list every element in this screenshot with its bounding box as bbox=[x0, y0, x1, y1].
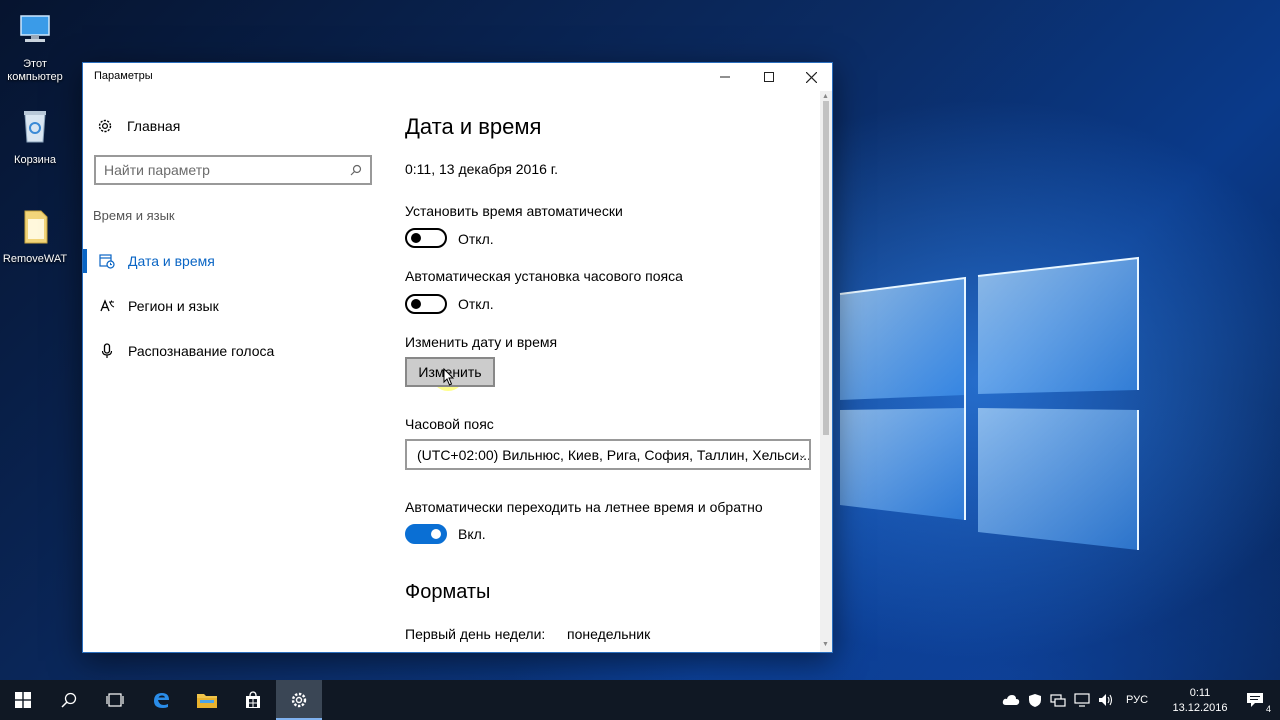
taskbar: РУС 0:11 13.12.2016 4 bbox=[0, 680, 1280, 720]
maximize-button[interactable] bbox=[747, 63, 791, 91]
windows-logo-wallpaper bbox=[839, 256, 1139, 550]
auto-time-state: Откл. bbox=[458, 231, 494, 247]
scroll-up-arrow-icon[interactable]: ▲ bbox=[822, 93, 829, 100]
recycle-bin-icon bbox=[24, 111, 46, 143]
display-icon[interactable] bbox=[1074, 693, 1090, 707]
folder-icon bbox=[197, 694, 217, 708]
network-icon[interactable] bbox=[1050, 693, 1066, 707]
notification-count: 4 bbox=[1264, 704, 1272, 714]
close-icon bbox=[805, 71, 817, 83]
clock-date: 13.12.2016 bbox=[1172, 702, 1228, 714]
microphone-icon bbox=[98, 342, 116, 360]
settings-search[interactable] bbox=[94, 155, 372, 185]
nav-group-label: Время и язык bbox=[93, 208, 175, 223]
desktop-icon-label: Корзина bbox=[14, 154, 56, 166]
nav-home[interactable]: Главная bbox=[96, 117, 180, 135]
minimize-icon bbox=[720, 76, 730, 78]
onedrive-cloud-icon[interactable] bbox=[1002, 694, 1020, 706]
store-button[interactable] bbox=[230, 680, 276, 720]
current-datetime: 0:11, 13 декабря 2016 г. bbox=[405, 161, 559, 177]
sidebar-item-speech[interactable]: Распознавание голоса bbox=[83, 333, 373, 369]
language-icon bbox=[98, 297, 116, 315]
formats-heading: Форматы bbox=[405, 581, 491, 603]
clock-calendar-icon bbox=[98, 252, 116, 270]
timezone-label: Часовой пояс bbox=[405, 416, 494, 432]
search-icon bbox=[61, 692, 77, 708]
edge-browser-icon bbox=[154, 693, 169, 708]
auto-time-label: Установить время автоматически bbox=[405, 203, 623, 219]
volume-icon[interactable] bbox=[1098, 693, 1114, 707]
scroll-thumb[interactable] bbox=[823, 101, 829, 435]
change-datetime-label: Изменить дату и время bbox=[405, 334, 558, 350]
maximize-icon bbox=[764, 72, 774, 82]
auto-timezone-state: Откл. bbox=[458, 296, 494, 312]
sidebar-item-region-language[interactable]: Регион и язык bbox=[83, 288, 373, 324]
store-bag-icon bbox=[246, 691, 260, 708]
close-button[interactable] bbox=[789, 63, 833, 91]
sidebar-item-label: Регион и язык bbox=[128, 298, 219, 314]
vertical-scrollbar[interactable]: ▲ ▼ bbox=[820, 91, 832, 652]
first-day-value: понедельник bbox=[567, 626, 651, 642]
page-title: Дата и время bbox=[405, 114, 542, 139]
minimize-button[interactable] bbox=[703, 63, 747, 91]
desktop-icon-this-pc[interactable]: Этот компьютер bbox=[0, 10, 70, 84]
auto-timezone-label: Автоматическая установка часового пояса bbox=[405, 268, 683, 284]
taskbar-clock[interactable]: 0:11 13.12.2016 bbox=[1170, 686, 1230, 716]
desktop-icon-label: RemoveWAT bbox=[2, 253, 68, 265]
nav-home-label: Главная bbox=[127, 118, 181, 134]
system-tray: РУС bbox=[1002, 680, 1148, 720]
edge-button[interactable] bbox=[138, 680, 184, 720]
gear-icon bbox=[291, 692, 307, 708]
auto-time-toggle[interactable] bbox=[405, 228, 447, 248]
task-view-icon bbox=[106, 693, 124, 707]
language-indicator[interactable]: РУС bbox=[1126, 694, 1148, 706]
sidebar-item-label: Дата и время bbox=[128, 253, 215, 269]
search-button[interactable] bbox=[46, 680, 92, 720]
shield-icon[interactable] bbox=[1028, 693, 1042, 708]
auto-timezone-toggle[interactable] bbox=[405, 294, 447, 314]
sidebar-item-label: Распознавание голоса bbox=[128, 343, 275, 359]
action-center-button[interactable]: 4 bbox=[1232, 680, 1278, 720]
timezone-value: (UTC+02:00) Вильнюс, Киев, Рига, София, … bbox=[417, 446, 811, 463]
settings-window: Параметры ▲ ▼ Главная Время и язык bbox=[82, 62, 833, 653]
search-icon[interactable] bbox=[350, 164, 362, 176]
sidebar-item-date-time[interactable]: Дата и время bbox=[83, 243, 373, 279]
dst-label: Автоматически переходить на летнее время… bbox=[405, 499, 763, 515]
title-bar[interactable]: Параметры bbox=[83, 63, 832, 91]
desktop-icon-recycle-bin[interactable]: Корзина bbox=[0, 106, 70, 167]
folder-icon bbox=[24, 210, 48, 244]
scroll-down-arrow-icon[interactable]: ▼ bbox=[822, 641, 829, 648]
notification-icon bbox=[1247, 693, 1263, 707]
computer-icon bbox=[20, 15, 50, 42]
first-day-label: Первый день недели: bbox=[405, 626, 546, 642]
gear-icon bbox=[98, 119, 112, 133]
desktop-icon-label: Этот компьютер bbox=[7, 58, 63, 83]
dst-state: Вкл. bbox=[458, 526, 486, 542]
dst-toggle[interactable] bbox=[405, 524, 447, 544]
desktop-icon-removewat[interactable]: RemoveWAT bbox=[0, 205, 70, 266]
window-title: Параметры bbox=[94, 70, 153, 82]
file-explorer-button[interactable] bbox=[184, 680, 230, 720]
timezone-dropdown[interactable]: (UTC+02:00) Вильнюс, Киев, Рига, София, … bbox=[405, 439, 811, 470]
windows-start-icon bbox=[15, 692, 31, 708]
clock-time: 0:11 bbox=[1189, 687, 1211, 699]
settings-taskbar-button[interactable] bbox=[276, 680, 322, 720]
start-button[interactable] bbox=[0, 680, 46, 720]
task-view-button[interactable] bbox=[92, 680, 138, 720]
mouse-pointer-icon bbox=[443, 368, 455, 386]
search-input[interactable] bbox=[104, 162, 350, 178]
chevron-down-icon: ⌄ bbox=[797, 449, 807, 461]
